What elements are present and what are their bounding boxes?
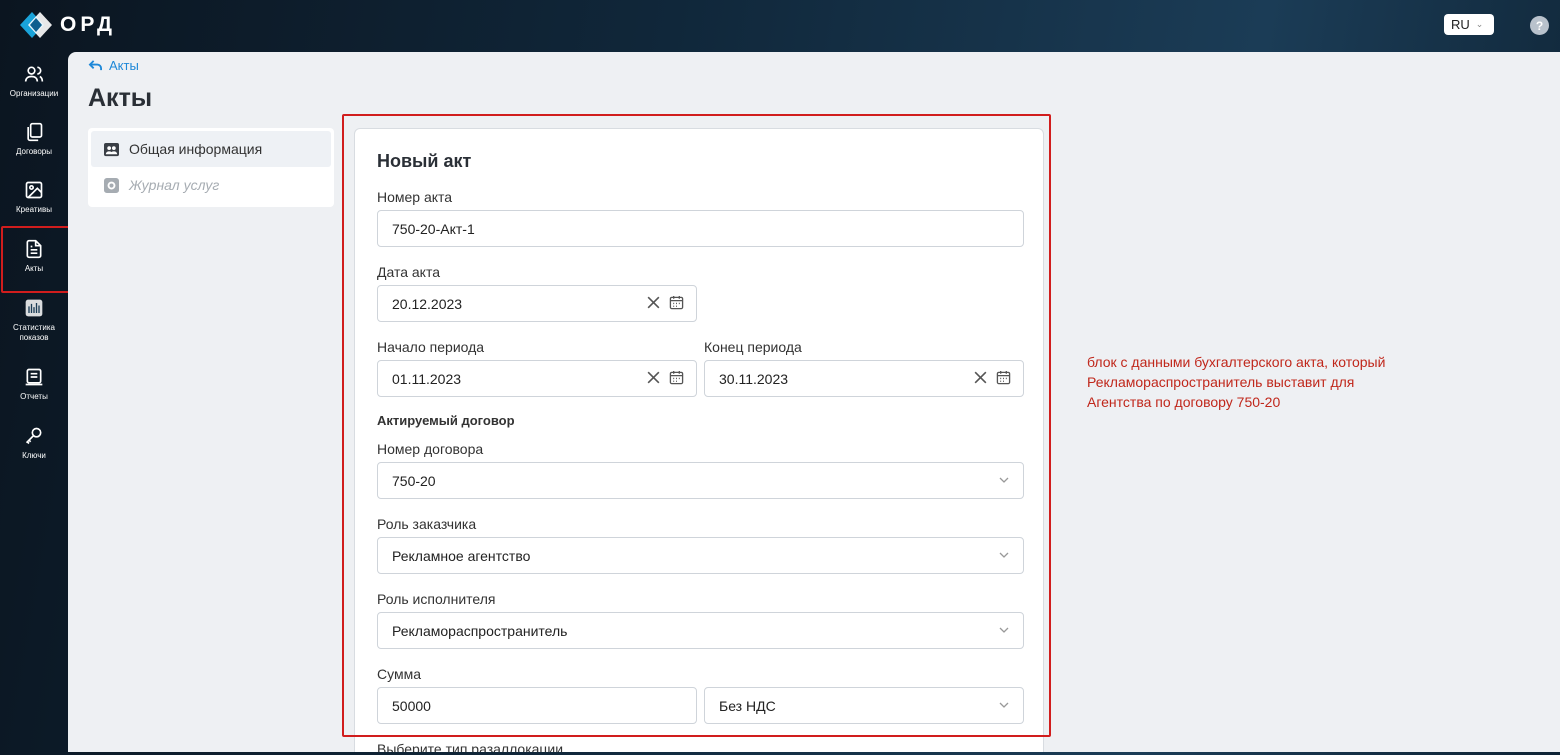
language-value: RU [1451,17,1470,32]
annotation-line-1: блок с данными бухгалтерского акта, кото… [1087,354,1386,370]
image-icon [25,181,43,199]
logo-text: ОРД [60,13,116,36]
sidebar-item-stats[interactable]: Статистика показов [0,298,68,343]
customer-role-select[interactable]: Рекламное агентство [377,537,1024,574]
chevron-down-icon [999,477,1009,483]
acts-nav-highlight-frame [1,226,75,293]
back-link-label: Акты [109,58,139,73]
tab-service-journal[interactable]: Журнал услуг [91,167,331,203]
vat-select[interactable]: Без НДС [704,687,1024,724]
logo[interactable]: ОРД [18,10,116,40]
act-number-input[interactable]: 750-20-Акт-1 [377,210,1024,247]
period-start-value: 01.11.2023 [392,370,462,387]
contract-number-select[interactable]: 750-20 [377,462,1024,499]
sidebar: Организации Договоры Креативы Акты Стати… [0,52,68,755]
amount-value: 50000 [392,697,431,714]
annotation-line-2: Рекламораспространитель выставит для [1087,374,1355,390]
act-number-value: 750-20-Акт-1 [392,220,475,237]
sidebar-item-organizations[interactable]: Организации [0,64,68,99]
period-start-label: Начало периода [377,339,485,355]
bar-chart-icon [25,299,43,317]
back-link[interactable]: Акты [88,58,139,73]
calendar-icon[interactable] [669,370,684,385]
gear-icon [104,177,119,193]
act-number-label: Номер акта [377,189,453,205]
clear-icon[interactable] [646,295,661,310]
chevron-down-icon [999,552,1009,558]
tab-general-info[interactable]: Общая информация [91,131,331,167]
chevron-down-icon [999,627,1009,633]
executor-role-value: Рекламораспространитель [392,622,568,639]
allocation-type-label: Выберите тип разаллокации [377,741,564,752]
clear-icon[interactable] [973,370,988,385]
users-icon [24,66,44,82]
contract-section-heading: Актируемый договор [377,413,515,428]
period-start-input[interactable]: 01.11.2023 [377,360,697,397]
sidebar-item-label: Статистика показов [12,323,55,342]
vat-value: Без НДС [719,697,776,714]
period-end-label: Конец периода [704,339,802,355]
sidebar-item-label: Договоры [16,147,52,156]
report-icon [25,368,43,386]
contract-number-label: Номер договора [377,441,484,457]
period-end-value: 30.11.2023 [719,370,789,387]
section-tabs: Общая информация Журнал услуг [88,128,334,207]
customer-role-label: Роль заказчика [377,516,477,532]
form-title: Новый акт [377,151,472,171]
act-date-input[interactable]: 20.12.2023 [377,285,697,322]
sidebar-item-label: Организации [9,89,59,98]
top-bar: ОРД RU ⌄ ? [0,0,1560,52]
amount-label: Сумма [377,666,421,682]
calendar-icon[interactable] [669,295,684,310]
amount-input[interactable]: 50000 [377,687,697,724]
calendar-icon[interactable] [996,370,1011,385]
contract-number-value: 750-20 [392,472,436,489]
sidebar-item-creatives[interactable]: Креативы [0,180,68,215]
language-select[interactable]: RU ⌄ [1444,14,1494,35]
sidebar-item-label: Отчеты [20,392,48,401]
customer-role-value: Рекламное агентство [392,547,531,564]
sidebar-item-keys[interactable]: Ключи [0,426,68,461]
logo-diamond-icon [18,10,52,40]
page-title: Акты [88,84,153,112]
clear-icon[interactable] [646,370,661,385]
sidebar-item-label: Креативы [16,205,52,214]
annotation-note: блок с данными бухгалтерского акта, кото… [1087,352,1487,412]
sidebar-item-contracts[interactable]: Договоры [0,122,68,157]
sidebar-item-reports[interactable]: Отчеты [0,367,68,402]
annotation-line-3: Агентства по договору 750-20 [1087,394,1281,410]
act-date-label: Дата акта [377,264,440,280]
act-date-value: 20.12.2023 [392,295,463,312]
sidebar-item-label: Ключи [22,451,46,460]
tab-label: Общая информация [129,141,263,157]
chevron-down-icon: ⌄ [1475,19,1484,29]
executor-role-label: Роль исполнителя [377,591,496,607]
chevron-down-icon [999,702,1009,708]
executor-role-select[interactable]: Рекламораспространитель [377,612,1024,649]
new-act-form: Новый акт Номер акта 750-20-Акт-1 Дата а… [354,128,1044,752]
documents-icon [27,122,43,142]
period-end-input[interactable]: 30.11.2023 [704,360,1024,397]
back-arrow-icon [88,60,102,71]
tab-label: Журнал услуг [129,177,220,193]
people-card-icon [104,142,119,156]
help-button[interactable]: ? [1530,16,1549,35]
key-icon [25,427,42,445]
